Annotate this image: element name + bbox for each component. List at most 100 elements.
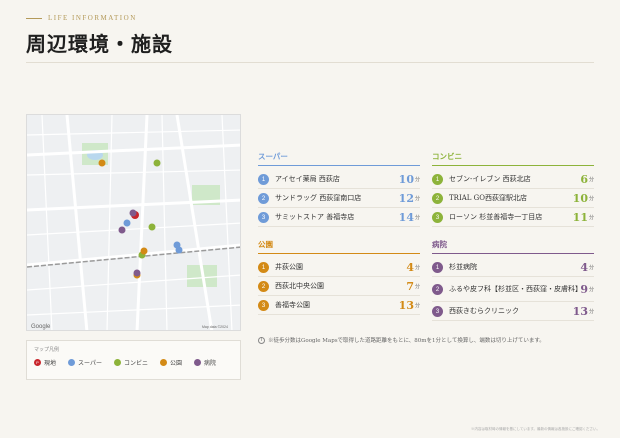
item-unit: 分 — [588, 287, 594, 293]
item-number: 2 — [432, 193, 443, 204]
hospital-dot-icon — [194, 359, 201, 366]
list-item: 1 杉並病院 4分 — [432, 259, 594, 277]
list-item: 2 サンドラッグ 西荻窪南口店 12 分 — [258, 190, 420, 208]
eyebrow-rule — [26, 17, 42, 19]
item-unit: 分 — [588, 265, 594, 271]
footer-disclaimer: ※内容は取材時の情報を基にしています。最新の情報は各施設にご確認ください。 — [471, 427, 600, 431]
legend-label: 病院 — [204, 360, 217, 367]
item-minutes: 12 — [398, 192, 414, 205]
item-unit: 分 — [414, 215, 420, 221]
hospital-pin — [133, 269, 141, 277]
item-minutes: 7 — [406, 280, 414, 293]
legend-item-supermarket: スーパー — [68, 358, 102, 367]
item-name: ローソン 杉並善福寺一丁目店 — [449, 212, 543, 221]
category-title: コンビニ — [432, 151, 594, 166]
legend-label: スーパー — [78, 360, 102, 367]
hospital-pin — [129, 209, 137, 217]
supermarket-dot-icon — [68, 359, 76, 366]
legend-title: マップ凡例 — [34, 347, 60, 353]
item-name: 西荻きむらクリニック — [449, 306, 519, 315]
item-unit: 分 — [414, 265, 420, 271]
site-icon: P — [34, 359, 41, 366]
note-text: ※徒歩分数はGoogle Mapsで取得した道路距離をもとに、80mを1分として… — [268, 338, 545, 344]
list-item: 2 TRIAL GO西荻窪駅北店 10 分 — [432, 190, 594, 208]
legend-label: 公園 — [169, 360, 182, 367]
walking-time-note: i ※徒歩分数はGoogle Mapsで取得した道路距離をもとに、80mを1分と… — [258, 336, 545, 344]
list-item: 1 セブン-イレブン 西荻北店 6分 — [432, 171, 594, 189]
supermarket-pin — [175, 246, 183, 254]
item-name: TRIAL GO西荻窪駅北店 — [449, 193, 527, 202]
item-unit: 分 — [588, 177, 594, 183]
category-park: 公園 1 井荻公園 4分 2 西荻北中央公園 7分 3 善福寺公園 13 分 — [258, 239, 420, 316]
item-name: ふるや皮フ科【杉並区・西荻窪・皮膚科】 — [449, 284, 582, 293]
item-name: サンドラッグ 西荻窪南口店 — [275, 193, 362, 202]
list-item: 1 アイセイ薬局 西荻店 10 分 — [258, 171, 420, 189]
item-minutes: 9 — [580, 283, 588, 296]
legend-label: 現地 — [44, 360, 57, 367]
legend-item-park: 公園 — [159, 358, 182, 367]
item-name: 杉並病院 — [449, 262, 477, 271]
info-icon: i — [258, 336, 265, 344]
item-number: 1 — [432, 262, 443, 273]
category-supermarket: スーパー 1 アイセイ薬局 西荻店 10 分 2 サンドラッグ 西荻窪南口店 12… — [258, 151, 420, 228]
header-divider — [26, 62, 594, 63]
item-name: 井荻公園 — [275, 262, 303, 271]
item-minutes: 11 — [572, 211, 588, 224]
item-minutes: 10 — [398, 173, 414, 186]
legend-item-hospital: 病院 — [194, 358, 216, 367]
category-convenience: コンビニ 1 セブン-イレブン 西荻北店 6分 2 TRIAL GO西荻窪駅北店… — [432, 151, 594, 228]
item-minutes: 4 — [580, 261, 588, 274]
park-dot-icon — [159, 359, 167, 366]
item-unit: 分 — [588, 196, 594, 202]
convenience-dot-icon — [113, 359, 121, 366]
list-item: 3 サミットストア 善福寺店 14 分 — [258, 209, 420, 227]
item-number: 3 — [258, 300, 269, 311]
item-number: 1 — [258, 262, 269, 273]
item-unit: 分 — [414, 284, 420, 290]
item-name: セブン-イレブン 西荻北店 — [449, 174, 531, 183]
map-legend: マップ凡例 P 現地 スーパー コンビニ 公園 病院 — [26, 340, 241, 380]
google-logo: Google — [31, 324, 51, 330]
item-unit: 分 — [414, 303, 420, 309]
list-item: 2 西荻北中央公園 7分 — [258, 278, 420, 296]
item-number: 3 — [432, 212, 443, 223]
item-name: 西荻北中央公園 — [275, 281, 324, 290]
item-number: 1 — [258, 174, 269, 185]
item-name: 善福寺公園 — [275, 300, 310, 309]
item-number: 3 — [258, 212, 269, 223]
list-item: 2 ふるや皮フ科【杉並区・西荻窪・皮膚科】 9分 — [432, 278, 594, 302]
item-name: サミットストア 善福寺店 — [275, 212, 355, 221]
list-item: 3 善福寺公園 13 分 — [258, 297, 420, 315]
convenience-pin — [148, 223, 156, 231]
item-minutes: 13 — [398, 299, 414, 312]
category-title: 病院 — [432, 239, 594, 254]
legend-item-site: P 現地 — [34, 358, 56, 367]
item-name: アイセイ薬局 西荻店 — [275, 174, 340, 183]
list-item: 3 ローソン 杉並善福寺一丁目店 11 分 — [432, 209, 594, 227]
item-number: 3 — [432, 306, 443, 317]
item-minutes: 14 — [398, 211, 414, 224]
page-title: 周辺環境・施設 — [26, 32, 173, 56]
item-number: 2 — [432, 284, 443, 295]
eyebrow: LIFE INFORMATION — [26, 14, 137, 22]
item-unit: 分 — [414, 177, 420, 183]
legend-item-convenience: コンビニ — [113, 358, 148, 367]
item-number: 1 — [432, 174, 443, 185]
item-minutes: 4 — [406, 261, 414, 274]
hospital-pin — [118, 226, 126, 234]
park-pin — [98, 159, 106, 167]
category-title: 公園 — [258, 239, 420, 254]
legend-items: P 現地 スーパー コンビニ 公園 病院 — [34, 358, 233, 367]
map-canvas: Google Map data ©2024 — [27, 115, 240, 330]
list-item: 3 西荻きむらクリニック 13 分 — [432, 303, 594, 321]
item-unit: 分 — [588, 215, 594, 221]
category-title: スーパー — [258, 151, 420, 166]
map-attribution: Map data ©2024 — [202, 325, 228, 329]
legend-label: コンビニ — [123, 360, 148, 367]
item-minutes: 13 — [572, 305, 588, 318]
category-hospital: 病院 1 杉並病院 4分 2 ふるや皮フ科【杉並区・西荻窪・皮膚科】 9分 3 … — [432, 239, 594, 322]
area-map[interactable]: Google Map data ©2024 — [26, 114, 241, 331]
item-minutes: 6 — [580, 173, 588, 186]
item-number: 2 — [258, 193, 269, 204]
item-number: 2 — [258, 281, 269, 292]
